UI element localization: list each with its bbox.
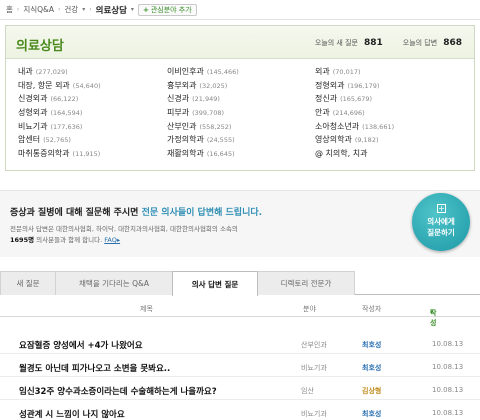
category-link[interactable]: 정신과 (165,679)	[315, 93, 465, 103]
add-interest-label: 관심분야 추가	[150, 5, 192, 14]
breadcrumb-knowledge-qa[interactable]: 지식Q&A	[23, 4, 54, 15]
chevron-right-icon: ›	[89, 6, 92, 13]
column-author: 작성자	[362, 305, 382, 313]
column-title: 제목	[140, 305, 153, 313]
category-link[interactable]: 내과 (277,029)	[18, 66, 167, 76]
chevron-right-icon: ›	[16, 6, 20, 13]
category-link[interactable]: 외과 (70,017)	[315, 66, 465, 76]
ask-doctor-button[interactable]: + 의사에게 질문하기	[412, 193, 470, 251]
today-stats: 오늘의 새 질문 881 오늘의 답변 868	[315, 38, 462, 48]
tab-new-questions[interactable]: 새 질문	[0, 271, 56, 295]
question-date: 10.08.13	[432, 409, 464, 417]
new-questions-count: 881	[363, 38, 383, 48]
category-link[interactable]: 신경과 (21,949)	[167, 93, 315, 103]
category-link[interactable]: 비뇨기과 (177,636)	[18, 121, 167, 131]
category-link[interactable]: 마취통증의학과 (11,915)	[18, 148, 167, 158]
triangle-right-icon: ▸	[116, 236, 121, 244]
category-link[interactable]: 안과 (214,696)	[315, 107, 465, 117]
ask-button-line2: 질문하기	[427, 228, 455, 237]
tab-directory-experts[interactable]: 디렉토리 전문가	[257, 271, 355, 295]
question-author[interactable]: 최호성	[362, 340, 381, 350]
table-header: 제목 분야 작성자 작성 ▾	[0, 300, 480, 327]
plus-icon: +	[142, 5, 149, 14]
category-link[interactable]: 가정의학과 (24,555)	[167, 134, 315, 144]
category-link[interactable]: 정형외과 (196,179)	[315, 80, 465, 90]
question-date: 10.08.13	[432, 340, 464, 348]
plus-icon: +	[437, 204, 446, 213]
breadcrumb-home[interactable]: 홈	[6, 4, 13, 15]
ask-button-line1: 의사에게	[427, 217, 455, 226]
question-title[interactable]: 성관계 시 느낌이 나지 않아요	[19, 408, 125, 420]
question-date: 10.08.13	[432, 363, 464, 371]
question-title[interactable]: 월경도 아닌데 피가나오고 소변을 못봐요..	[19, 362, 170, 374]
chevron-down-icon[interactable]: ▾	[131, 6, 134, 13]
page-title: 의료상담	[16, 39, 64, 54]
sort-down-icon: ▾	[430, 308, 434, 316]
question-author[interactable]: 최호성	[362, 363, 381, 373]
category-link[interactable]: 산부인과 (558,252)	[167, 121, 315, 131]
chevron-down-icon[interactable]: ▾	[82, 6, 85, 13]
category-link[interactable]: 흉부외과 (32,025)	[167, 80, 315, 90]
table-row[interactable]: 요잠혈증 양성에서 +4가 나왔어요 산부인과 최호성 10.08.13	[0, 332, 480, 354]
category-header: 의료상담 오늘의 새 질문 881 오늘의 답변 868	[6, 26, 474, 59]
question-title[interactable]: 임신32주 양수과소증이라는데 수술해하는게 나을까요?	[19, 385, 217, 397]
question-field: 비뇨기과	[301, 364, 327, 372]
breadcrumb-current: 의료상담	[95, 5, 127, 16]
category-link[interactable]: 피부과 (399,708)	[167, 107, 315, 117]
category-link[interactable]: 영상의학과 (9,182)	[315, 134, 465, 144]
category-link[interactable]: 성형외과 (164,594)	[18, 107, 167, 117]
category-link[interactable]: @ 치의학, 치과	[315, 148, 465, 158]
question-date: 10.08.13	[432, 386, 464, 394]
category-link[interactable]: 대장, 항문 외과 (54,640)	[18, 80, 167, 90]
answers-label: 오늘의 답변	[402, 39, 438, 47]
question-author[interactable]: 김상형	[362, 386, 381, 396]
category-grid: 내과 (277,029) 이비인후과 (145,466) 외과 (70,017) 대장…	[18, 66, 468, 158]
category-link[interactable]: 신경외과 (66,122)	[18, 93, 167, 103]
category-link[interactable]: 암센터 (52,765)	[18, 134, 167, 144]
tab-doctor-answers[interactable]: 의사 답변 질문	[172, 271, 258, 296]
new-questions-label: 오늘의 새 질문	[314, 39, 358, 47]
question-title[interactable]: 요잠혈증 양성에서 +4가 나왔어요	[19, 339, 143, 351]
category-link[interactable]: 소아청소년과 (138,661)	[315, 121, 465, 131]
answers-count: 868	[443, 38, 462, 48]
ask-description: 전문의사 답변은 대한의사협회, 하이닥, 대한치과의사협회, 대한한의사협회의…	[10, 225, 238, 233]
table-row[interactable]: 월경도 아닌데 피가나오고 소변을 못봐요.. 비뇨기과 최호성 10.08.1…	[0, 355, 480, 377]
tab-waiting-qa[interactable]: 채택을 기다리는 Q&A	[55, 271, 173, 295]
category-panel: 의료상담 오늘의 새 질문 881 오늘의 답변 868 내과 (277,029)…	[5, 25, 475, 171]
ask-doctor-banner: 증상과 질병에 대해 질문해 주시면 전문 의사들이 답변해 드립니다. 전문의…	[0, 190, 480, 257]
ask-heading: 증상과 질병에 대해 질문해 주시면 전문 의사들이 답변해 드립니다.	[10, 208, 263, 218]
question-author[interactable]: 최호성	[362, 409, 381, 419]
question-field: 비뇨기과	[301, 410, 327, 418]
column-field: 분야	[303, 305, 316, 313]
question-tabs: 새 질문 채택을 기다리는 Q&A 의사 답변 질문 디렉토리 전문가	[0, 271, 480, 296]
breadcrumb-health[interactable]: 건강	[64, 4, 78, 15]
category-link[interactable]: 재활의학과 (16,645)	[167, 148, 315, 158]
add-interest-button[interactable]: + 관심분야 추가	[137, 3, 197, 16]
category-link[interactable]: 이비인후과 (145,466)	[167, 66, 315, 76]
question-field: 산부인과	[301, 341, 327, 349]
table-row[interactable]: 성관계 시 느낌이 나지 않아요 비뇨기과 최호성 10.08.13	[0, 401, 480, 420]
table-row[interactable]: 임신32주 양수과소증이라는데 수술해하는게 나을까요? 임산 김상형 10.0…	[0, 378, 480, 400]
breadcrumb: 홈 › 지식Q&A › 건강 ▾ › 의료상담 ▾ + 관심분야 추가	[0, 0, 480, 20]
chevron-right-icon: ›	[58, 6, 61, 13]
question-field: 임산	[301, 387, 314, 395]
ask-description-2: 1695명 의사분들과 함께 합니다. FAQ▸	[10, 236, 121, 244]
faq-link[interactable]: FAQ	[104, 236, 117, 244]
